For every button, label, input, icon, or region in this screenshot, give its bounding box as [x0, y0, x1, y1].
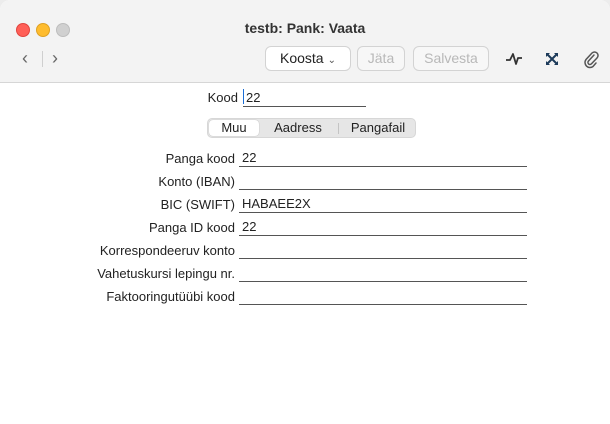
app-window: testb: Pank: Vaata ‹ › Koosta ⌄ Jäta Salv… [0, 0, 610, 424]
faktooringutuubi-kood-field[interactable] [239, 287, 527, 305]
korrespondeeruv-konto-label: Korrespondeeruv konto [99, 243, 235, 258]
paperclip-icon[interactable] [581, 49, 601, 69]
bic-swift-value: HABAEE2X [242, 196, 311, 211]
tab-aadress[interactable]: Aadress [263, 120, 333, 136]
korrespondeeruv-konto-field[interactable] [239, 241, 527, 259]
panga-kood-value: 22 [242, 150, 257, 165]
nav-divider [42, 51, 43, 67]
panga-id-kood-label: Panga ID kood [148, 220, 235, 235]
koosta-button[interactable]: Koosta ⌄ [265, 46, 351, 71]
chevron-left-icon[interactable]: ‹ [22, 48, 28, 68]
tab-pangafail[interactable]: Pangafail [341, 120, 415, 136]
koosta-label: Koosta [280, 50, 324, 66]
form-area: Kood 22 Muu Aadress Pangafail Panga kood… [0, 83, 610, 424]
faktooringutuubi-kood-label: Faktooringutüübi kood [106, 289, 235, 304]
bic-swift-label: BIC (SWIFT) [160, 197, 235, 212]
text-cursor [243, 89, 244, 104]
tab-bar: Muu Aadress Pangafail [207, 118, 416, 138]
activity-icon[interactable] [504, 49, 524, 69]
tab-divider [338, 123, 339, 134]
kood-label: Kood [207, 90, 238, 105]
expand-icon[interactable] [542, 49, 562, 69]
tab-muu[interactable]: Muu [209, 120, 259, 136]
panga-id-kood-value: 22 [242, 219, 257, 234]
jata-button[interactable]: Jäta [357, 46, 405, 71]
bic-swift-field[interactable]: HABAEE2X [239, 195, 527, 213]
konto-iban-label: Konto (IBAN) [158, 174, 235, 189]
panga-kood-label: Panga kood [165, 151, 235, 166]
kood-value: 22 [246, 90, 261, 105]
konto-iban-field[interactable] [239, 172, 527, 190]
kood-field[interactable]: 22 [243, 89, 366, 107]
chevron-down-icon: ⌄ [327, 55, 336, 66]
salvesta-button[interactable]: Salvesta [413, 46, 489, 71]
panga-kood-field[interactable]: 22 [239, 149, 527, 167]
panga-id-kood-field[interactable]: 22 [239, 218, 527, 236]
title-bar: testb: Pank: Vaata ‹ › Koosta ⌄ Jäta Salv… [0, 0, 610, 83]
chevron-right-icon[interactable]: › [52, 48, 58, 68]
vahetuskursi-lepingu-field[interactable] [239, 264, 527, 282]
window-title: testb: Pank: Vaata [244, 20, 366, 36]
vahetuskursi-lepingu-label: Vahetuskursi lepingu nr. [97, 266, 235, 281]
